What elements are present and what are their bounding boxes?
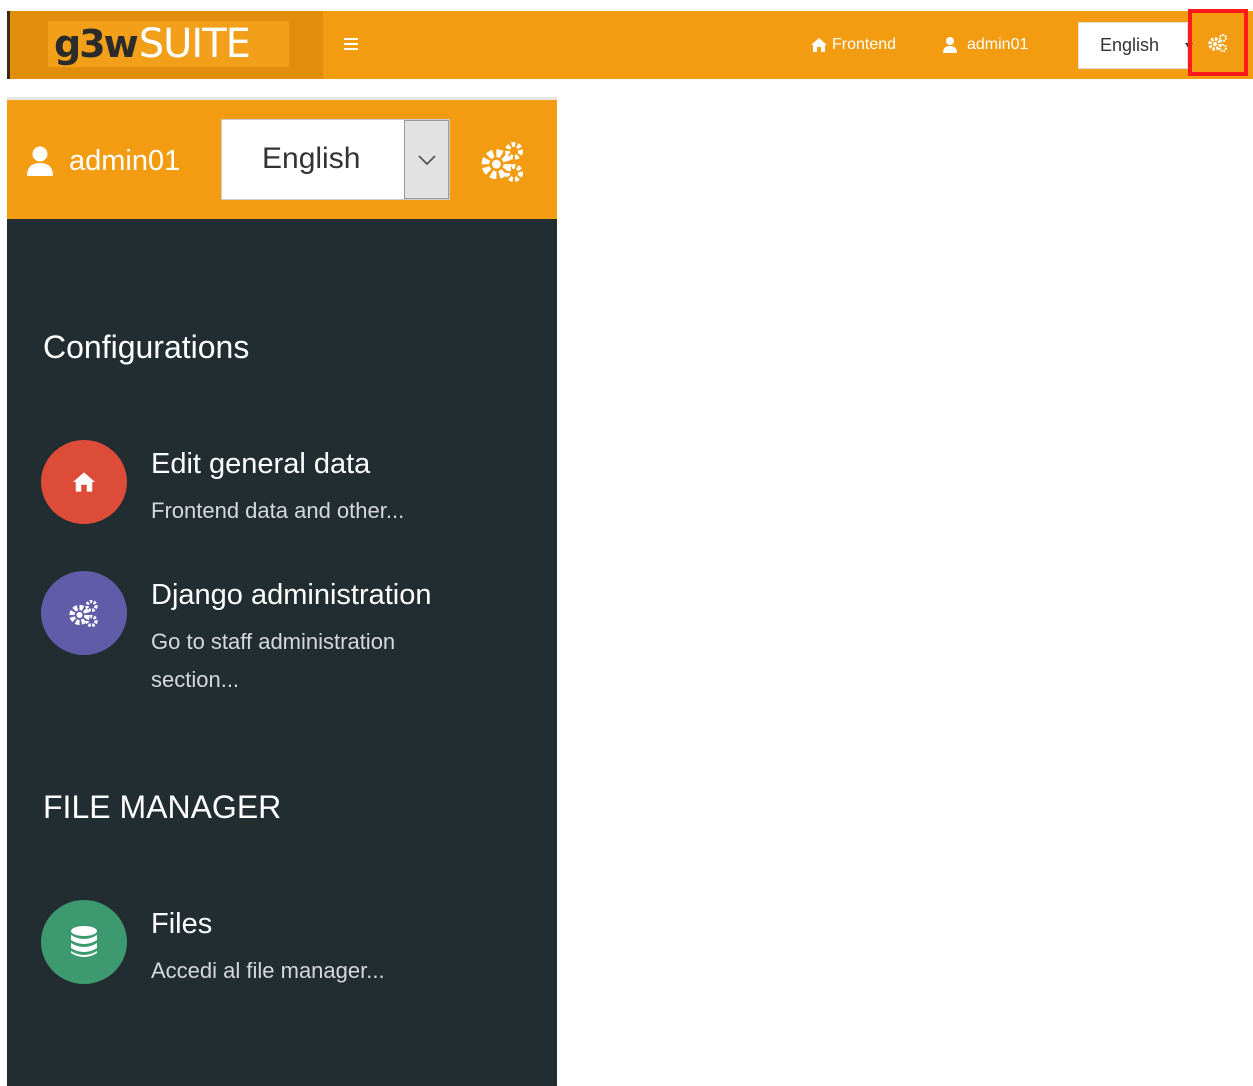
settings-side-panel: admin01 English Configurations Edit gene…	[7, 97, 557, 1086]
user-menu-link[interactable]: admin01	[943, 11, 1028, 79]
settings-gears-button[interactable]	[1188, 9, 1248, 76]
home-icon	[811, 38, 827, 52]
panel-user-link[interactable]: admin01	[27, 144, 180, 178]
user-menu-label: admin01	[967, 36, 1029, 53]
frontend-link-label: Frontend	[832, 36, 897, 53]
panel-gears-icon[interactable]	[481, 141, 525, 183]
top-navbar: g3w SUITE Frontend admin01 English	[7, 9, 1253, 79]
gears-icon	[41, 571, 127, 655]
menu-item-title: Edit general data	[151, 448, 371, 480]
logo-container: g3w SUITE	[7, 11, 323, 79]
menu-item-description: Accedi al file manager...	[151, 958, 385, 983]
panel-language-select[interactable]: English	[221, 119, 450, 200]
menu-item-description: Go to staff administration section...	[151, 629, 396, 692]
frontend-link[interactable]: Frontend	[811, 11, 896, 79]
logo-text-g3w: g3w	[54, 22, 139, 66]
panel-header: admin01 English	[7, 97, 557, 219]
hamburger-menu-icon[interactable]	[344, 33, 358, 55]
database-icon	[41, 900, 127, 984]
user-icon	[27, 146, 53, 176]
gears-icon	[1208, 33, 1228, 52]
g3w-suite-logo[interactable]: g3w SUITE	[48, 21, 289, 67]
home-icon	[41, 440, 127, 524]
panel-language-value: English	[262, 142, 361, 175]
menu-item-description: Frontend data and other...	[151, 498, 405, 523]
chevron-down-icon	[404, 120, 449, 199]
language-select[interactable]: English	[1078, 22, 1193, 69]
logo-text-suite: SUITE	[138, 21, 251, 67]
user-icon	[943, 37, 957, 53]
menu-item-title: Django administration	[151, 579, 432, 611]
panel-user-label: admin01	[69, 144, 181, 177]
section-title-configurations: Configurations	[43, 329, 250, 365]
language-select-value: English	[1100, 35, 1160, 55]
menu-item-title: Files	[151, 908, 213, 940]
section-title-file-manager: FILE MANAGER	[43, 789, 282, 825]
